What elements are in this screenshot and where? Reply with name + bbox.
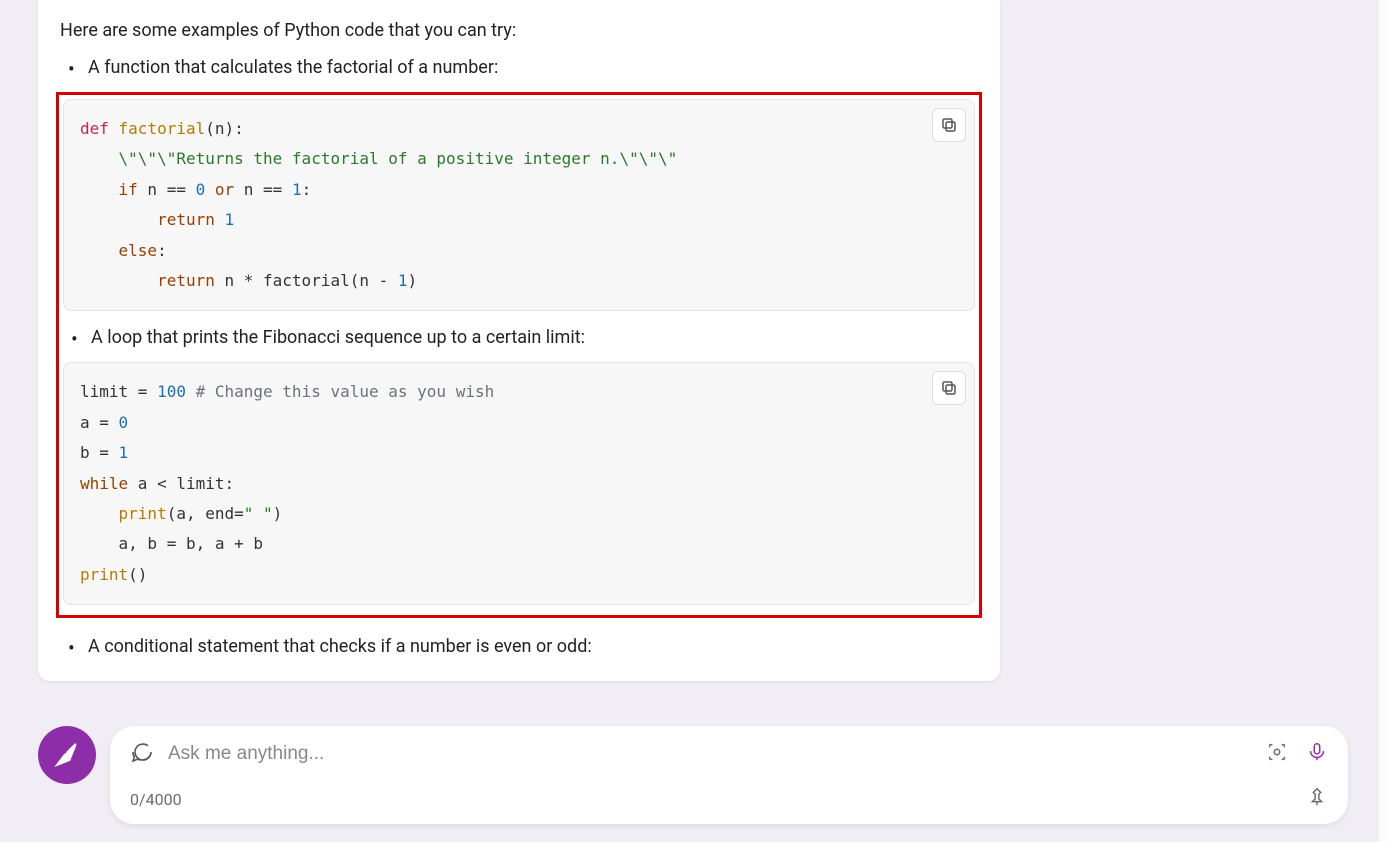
- code-text: ): [273, 504, 283, 523]
- chat-bubble-icon: [130, 740, 154, 768]
- char-counter: 0/4000: [130, 790, 182, 809]
- code-text: ): [408, 271, 418, 290]
- str: " ": [244, 504, 273, 523]
- highlighted-region: def factorial(n): \"\"\"Returns the fact…: [56, 92, 982, 618]
- examples-list: A loop that prints the Fibonacci sequenc…: [63, 327, 975, 348]
- bullet-factorial: A function that calculates the factorial…: [60, 57, 978, 78]
- fn-name: factorial: [109, 119, 205, 138]
- num: 0: [119, 413, 129, 432]
- code-text: (): [128, 565, 147, 584]
- visual-search-icon[interactable]: [1266, 741, 1288, 767]
- kw: if: [80, 180, 138, 199]
- input-footer: 0/4000: [130, 786, 1328, 812]
- compose-area: 0/4000: [38, 726, 1348, 824]
- microphone-icon[interactable]: [1306, 741, 1328, 767]
- pin-icon[interactable]: [1306, 786, 1328, 812]
- code-text: :: [157, 241, 167, 260]
- kw: def: [80, 119, 109, 138]
- comment: # Change this value as you wish: [186, 382, 494, 401]
- code-text: a < limit:: [128, 474, 234, 493]
- message-input[interactable]: [168, 743, 1252, 765]
- code-block-fibonacci: limit = 100 # Change this value as you w…: [63, 362, 975, 605]
- num: 1: [292, 180, 302, 199]
- broom-icon: [52, 740, 82, 770]
- code-text: :: [302, 180, 312, 199]
- code-text: n ==: [234, 180, 292, 199]
- code-text: n ==: [138, 180, 196, 199]
- num: 1: [398, 271, 408, 290]
- kw: or: [205, 180, 234, 199]
- new-topic-button[interactable]: [38, 726, 96, 784]
- copy-icon: [940, 379, 958, 397]
- num: 1: [119, 443, 129, 462]
- copy-button[interactable]: [932, 108, 966, 142]
- fn-call: print: [80, 565, 128, 584]
- code-text: n * factorial(n -: [215, 271, 398, 290]
- copy-icon: [940, 116, 958, 134]
- copy-button[interactable]: [932, 371, 966, 405]
- kw: while: [80, 474, 128, 493]
- num: 0: [196, 180, 206, 199]
- examples-list: A function that calculates the factorial…: [60, 57, 978, 78]
- code-text: (a, end=: [167, 504, 244, 523]
- bullet-evenodd: A conditional statement that checks if a…: [60, 636, 978, 657]
- kw: return: [80, 210, 215, 229]
- code-text: (n):: [205, 119, 244, 138]
- scrollbar-track[interactable]: [1378, 0, 1388, 842]
- intro-text: Here are some examples of Python code th…: [60, 20, 978, 41]
- code-text: b =: [80, 443, 119, 462]
- input-row: [130, 740, 1328, 768]
- kw: else: [80, 241, 157, 260]
- code-text: a, b = b, a + b: [80, 534, 263, 553]
- examples-list: A conditional statement that checks if a…: [60, 636, 978, 657]
- num: 1: [215, 210, 234, 229]
- code-block-factorial: def factorial(n): \"\"\"Returns the fact…: [63, 99, 975, 311]
- assistant-message-card: Here are some examples of Python code th…: [38, 0, 1000, 681]
- code-text: a =: [80, 413, 119, 432]
- bullet-fibonacci: A loop that prints the Fibonacci sequenc…: [63, 327, 975, 348]
- fn-call: print: [80, 504, 167, 523]
- input-box: 0/4000: [110, 726, 1348, 824]
- docstring: \"\"\"Returns the factorial of a positiv…: [80, 149, 677, 168]
- num: 100: [157, 382, 186, 401]
- code-text: limit =: [80, 382, 157, 401]
- kw: return: [80, 271, 215, 290]
